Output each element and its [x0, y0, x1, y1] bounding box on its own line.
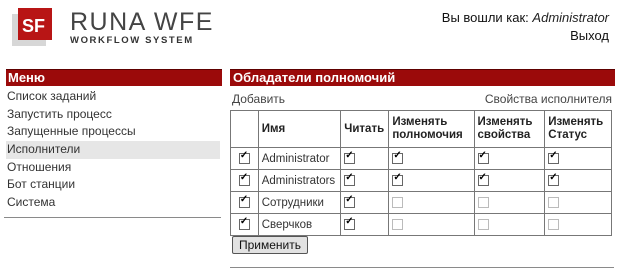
perm-cell-read — [340, 169, 390, 192]
permissions-table: Имя Читать Изменять полномочия Изменять … — [230, 110, 612, 236]
table-row: Сотрудники — [230, 191, 612, 214]
perm-checkbox-edit-properties[interactable] — [477, 196, 489, 208]
main-divider — [230, 267, 614, 268]
sidebar-divider — [4, 217, 221, 218]
row-select-cell — [230, 191, 259, 214]
perm-cell-read — [340, 147, 390, 170]
perm-checkbox-edit-status[interactable] — [548, 196, 560, 208]
perm-cell-edit-properties — [473, 169, 546, 192]
column-header-edit-properties: Изменять свойства — [473, 110, 546, 148]
executor-name: Administrator — [257, 147, 342, 170]
row-select-cell — [230, 213, 259, 236]
perm-checkbox-read[interactable] — [344, 150, 356, 164]
row-select-checkbox[interactable] — [238, 194, 250, 208]
sidebar-item-start-process[interactable]: Запустить процесс — [6, 106, 220, 124]
column-header-edit-status: Изменять Статус — [544, 110, 612, 148]
perm-cell-edit-permissions — [388, 213, 475, 236]
logo-title: RUNA WFE — [70, 8, 214, 36]
table-header-row: Имя Читать Изменять полномочия Изменять … — [230, 110, 612, 148]
sidebar-item-running-processes[interactable]: Запущенные процессы — [6, 123, 220, 141]
perm-checkbox-edit-status[interactable] — [548, 150, 560, 164]
executor-name: Сверчков — [257, 213, 342, 236]
perm-checkbox-read[interactable] — [344, 172, 356, 186]
perm-cell-edit-permissions — [388, 169, 475, 192]
row-select-cell — [230, 147, 259, 170]
perm-cell-edit-permissions — [388, 147, 475, 170]
column-header-name: Имя — [257, 110, 342, 148]
runa-logo: SF RUNA WFE WORKFLOW SYSTEM — [6, 6, 216, 50]
table-row: Administrators — [230, 169, 612, 192]
login-user: Administrator — [532, 10, 609, 25]
row-select-checkbox[interactable] — [238, 172, 250, 186]
sidebar-title: Меню — [6, 69, 222, 86]
perm-cell-edit-status — [544, 147, 612, 170]
sidebar-item-tasks[interactable]: Список заданий — [6, 88, 220, 106]
executor-name: Сотрудники — [257, 191, 342, 214]
perm-cell-edit-status — [544, 213, 612, 236]
sf-logo-icon: SF — [12, 8, 52, 46]
sidebar-menu: Список заданий Запустить процесс Запущен… — [6, 88, 220, 212]
login-prefix: Вы вошли как: — [441, 10, 529, 25]
perm-checkbox-edit-properties[interactable] — [477, 172, 489, 186]
perm-cell-edit-properties — [473, 191, 546, 214]
perm-checkbox-read[interactable] — [344, 216, 356, 230]
perm-checkbox-edit-permissions[interactable] — [392, 218, 404, 230]
logo-subtitle: WORKFLOW SYSTEM — [70, 35, 194, 46]
perm-cell-edit-properties — [473, 213, 546, 236]
perm-checkbox-edit-permissions[interactable] — [392, 196, 404, 208]
select-column-header — [230, 110, 259, 148]
sidebar-item-system[interactable]: Система — [6, 194, 220, 212]
row-select-cell — [230, 169, 259, 192]
logout-link[interactable]: Выход — [570, 28, 609, 43]
perm-cell-edit-properties — [473, 147, 546, 170]
sidebar-item-bot-stations[interactable]: Бот станции — [6, 176, 220, 194]
perm-checkbox-edit-permissions[interactable] — [392, 150, 404, 164]
apply-button[interactable]: Применить — [232, 236, 309, 254]
perm-checkbox-read[interactable] — [344, 194, 356, 208]
column-header-edit-permissions: Изменять полномочия — [388, 110, 475, 148]
add-link[interactable]: Добавить — [232, 92, 285, 106]
perm-cell-edit-status — [544, 169, 612, 192]
table-row: Administrator — [230, 147, 612, 170]
sidebar-item-relations[interactable]: Отношения — [6, 159, 220, 177]
perm-checkbox-edit-permissions[interactable] — [392, 172, 404, 186]
perm-cell-edit-status — [544, 191, 612, 214]
page-title: Обладатели полномочий — [230, 69, 615, 86]
login-info: Вы вошли как: Administrator — [442, 10, 609, 25]
perm-cell-read — [340, 191, 390, 214]
perm-checkbox-edit-status[interactable] — [548, 218, 560, 230]
row-select-checkbox[interactable] — [238, 150, 250, 164]
perm-checkbox-edit-status[interactable] — [548, 172, 560, 186]
perm-checkbox-edit-properties[interactable] — [477, 218, 489, 230]
executor-name: Administrators — [257, 169, 342, 192]
sidebar-item-executors[interactable]: Исполнители — [6, 141, 220, 159]
column-header-read: Читать — [340, 110, 390, 148]
perm-cell-read — [340, 213, 390, 236]
row-select-checkbox[interactable] — [238, 216, 250, 230]
perm-cell-edit-permissions — [388, 191, 475, 214]
executor-properties-link[interactable]: Свойства исполнителя — [485, 92, 612, 106]
table-row: Сверчков — [230, 213, 612, 236]
perm-checkbox-edit-properties[interactable] — [477, 150, 489, 164]
svg-text:SF: SF — [22, 16, 45, 36]
